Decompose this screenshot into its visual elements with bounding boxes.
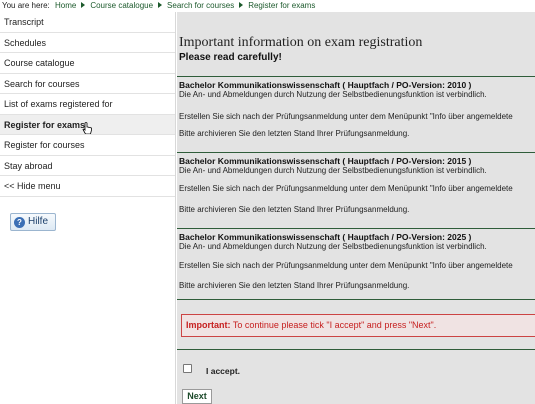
- section-line: Die An- und Abmeldungen durch Nutzung de…: [179, 242, 487, 251]
- section-line: Bitte archivieren Sie den letzten Stand …: [179, 281, 410, 290]
- help-button[interactable]: ? Hilfe: [10, 213, 56, 231]
- chevron-right-icon: [239, 2, 244, 8]
- important-label: Important:: [186, 320, 231, 330]
- section-line: Bitte archivieren Sie den letzten Stand …: [179, 129, 410, 138]
- breadcrumb-course-catalogue[interactable]: Course catalogue: [90, 1, 153, 10]
- section-title: Bachelor Kommunikationswissenschaft ( Ha…: [179, 232, 472, 242]
- question-icon: ?: [14, 217, 25, 228]
- section-line: Bitte archivieren Sie den letzten Stand …: [179, 205, 410, 214]
- sidebar-item-register-for-exams[interactable]: Register for exams: [0, 114, 175, 135]
- section-line: Erstellen Sie sich nach der Prüfungsanme…: [179, 261, 513, 270]
- sidebar: Transcript Schedules Course catalogue Se…: [0, 12, 176, 404]
- sidebar-item-register-for-courses[interactable]: Register for courses: [0, 135, 175, 156]
- divider: [177, 349, 535, 350]
- page-subtitle: Please read carefully!: [179, 52, 282, 63]
- sidebar-item-schedules[interactable]: Schedules: [0, 33, 175, 53]
- divider: [177, 299, 535, 300]
- main-content: Important information on exam registrati…: [177, 12, 535, 404]
- breadcrumb-search-for-courses[interactable]: Search for courses: [167, 1, 234, 10]
- accept-checkbox[interactable]: [183, 364, 192, 373]
- breadcrumb-register-for-exams[interactable]: Register for exams: [248, 1, 315, 10]
- sidebar-item-transcript[interactable]: Transcript: [0, 12, 175, 33]
- breadcrumb-home[interactable]: Home: [55, 1, 76, 10]
- sidebar-item-list-of-exams[interactable]: List of exams registered for: [0, 94, 175, 115]
- important-text: To continue please tick "I accept" and p…: [230, 320, 437, 330]
- next-button[interactable]: Next: [182, 389, 212, 404]
- sidebar-item-label: Register for exams: [4, 119, 86, 130]
- breadcrumb-prefix: You are here:: [2, 1, 50, 10]
- sidebar-item-hide-menu[interactable]: << Hide menu: [0, 176, 175, 197]
- section-title: Bachelor Kommunikationswissenschaft ( Ha…: [179, 156, 472, 166]
- important-notice: Important: To continue please tick "I ac…: [181, 314, 535, 337]
- program-section: Bachelor Kommunikationswissenschaft ( Ha…: [177, 228, 535, 298]
- breadcrumb: You are here: Home Course catalogue Search…: [0, 0, 535, 12]
- sidebar-item-search-for-courses[interactable]: Search for courses: [0, 74, 175, 94]
- help-button-label: Hilfe: [28, 216, 49, 227]
- chevron-right-icon: [158, 2, 163, 8]
- program-section: Bachelor Kommunikationswissenschaft ( Ha…: [177, 76, 535, 152]
- chevron-right-icon: [81, 2, 86, 8]
- page-title: Important information on exam registrati…: [179, 35, 423, 50]
- accept-label: I accept.: [206, 366, 241, 376]
- section-line: Die An- und Abmeldungen durch Nutzung de…: [179, 90, 487, 99]
- sidebar-item-course-catalogue[interactable]: Course catalogue: [0, 53, 175, 74]
- program-section: Bachelor Kommunikationswissenschaft ( Ha…: [177, 152, 535, 228]
- section-line: Die An- und Abmeldungen durch Nutzung de…: [179, 166, 487, 175]
- section-title: Bachelor Kommunikationswissenschaft ( Ha…: [179, 80, 472, 90]
- section-line: Erstellen Sie sich nach der Prüfungsanme…: [179, 112, 513, 121]
- sidebar-item-stay-abroad[interactable]: Stay abroad: [0, 156, 175, 176]
- section-line: Erstellen Sie sich nach der Prüfungsanme…: [179, 184, 513, 193]
